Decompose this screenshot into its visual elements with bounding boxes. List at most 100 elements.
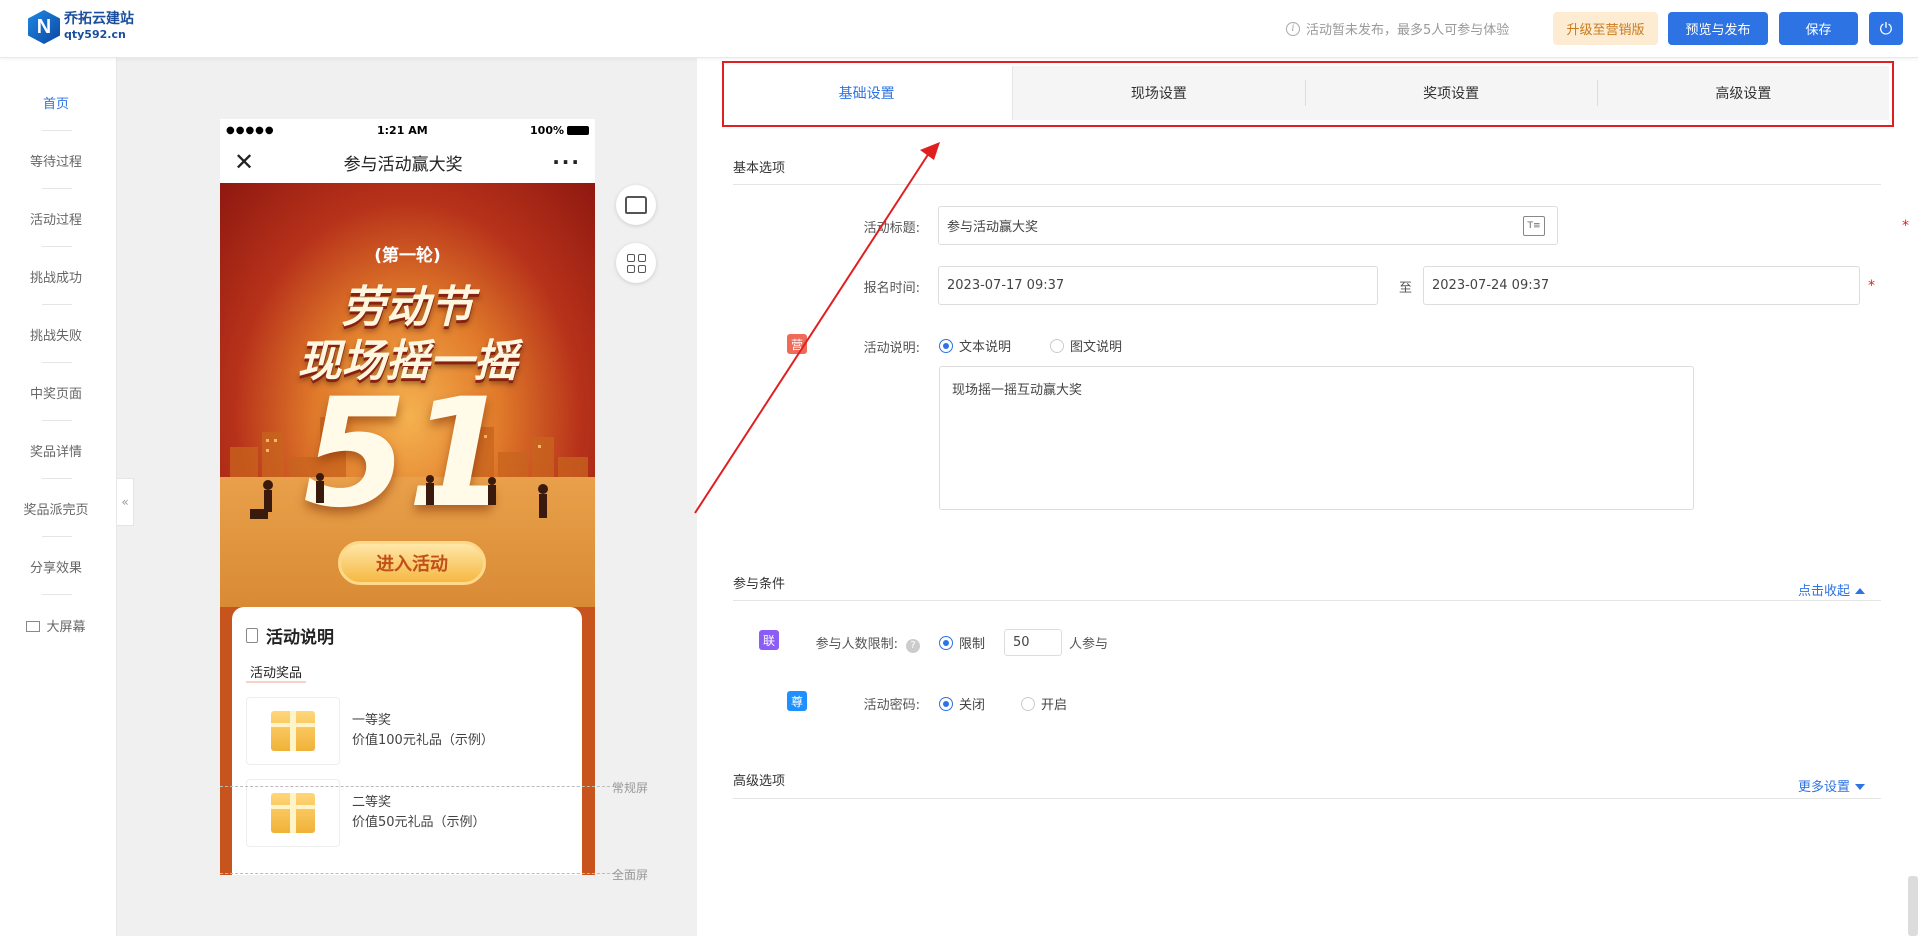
prize-item: 一等奖价值100元礼品（示例） [246,697,568,765]
double-chevron-left-icon: « [121,495,129,509]
limit-suffix: 人参与 [1069,637,1109,652]
to-label: 至 [1398,281,1412,296]
more-icon[interactable]: ··· [552,150,581,174]
prize-value: 价值50元礼品（示例） [352,815,486,830]
prize-value: 价值100元礼品（示例） [352,733,494,748]
vip-badge: 尊 [787,691,807,711]
help-icon[interactable]: ? [906,638,920,653]
radio-checked-icon [939,635,953,650]
phone-nav-bar: ✕ 参与活动赢大奖 ··· [220,141,595,183]
top-bar: N 乔拓云建站 qty592.cn i 活动暂未发布，最多5人可参与体验 升级至… [0,0,1918,58]
gift-icon [271,793,315,833]
nav-item-big-screen[interactable]: 大屏幕 [0,616,112,635]
signal-icon: ●●●●● [226,124,275,136]
nav-item-prize-detail[interactable]: 奖品详情 [0,441,112,460]
settings-tabs: 基础设置 现场设置 奖项设置 高级设置 [721,66,1889,120]
title-label: 活动标题: [863,221,920,236]
caret-down-icon [1855,784,1866,790]
limit-label: 参与人数限制:? [789,633,920,653]
nav-item-home[interactable]: 首页 [0,93,112,112]
required-mark: * [1868,278,1875,294]
section-conditions-title: 参与条件 [733,577,786,592]
tab-basic[interactable]: 基础设置 [721,66,1014,120]
title-input[interactable]: 参与活动赢大奖 T≡ [938,206,1558,245]
section-advanced-title: 高级选项 [733,774,786,789]
enter-activity-button[interactable]: 进入活动 [338,541,486,585]
info-icon: i [1286,21,1300,36]
text-format-icon[interactable]: T≡ [1523,216,1545,236]
password-on-option[interactable]: 开启 [1021,694,1067,713]
document-icon [246,628,258,643]
components-button[interactable] [616,243,656,283]
grid-icon [626,253,646,273]
power-icon: ⏻ [1879,18,1893,38]
tab-onsite[interactable]: 现场设置 [1013,66,1304,120]
limit-option[interactable]: 限制 [939,633,985,652]
shirt-icon [625,196,647,214]
card-subtitle: 活动奖品 [246,662,307,683]
nav-item-fail[interactable]: 挑战失败 [0,325,112,344]
publish-notice: i 活动暂未发布，最多5人可参与体验 [1286,19,1509,38]
prize-item: 二等奖价值50元礼品（示例） [246,779,568,847]
caret-up-icon [1855,588,1866,594]
radio-unchecked-icon [1021,696,1035,711]
nav-item-success[interactable]: 挑战成功 [0,267,112,286]
phone-status-bar: ●●●●● 1:21 AM 100% [220,119,595,141]
collapse-nav-button[interactable]: « [117,478,134,526]
full-screen-guide [220,873,620,874]
tab-advanced[interactable]: 高级设置 [1598,66,1889,120]
nav-item-share[interactable]: 分享效果 [0,557,112,576]
radio-unchecked-icon [1050,338,1064,353]
logo-mark: N [28,10,60,44]
required-mark: * [1902,218,1909,234]
section-basic-title: 基本选项 [733,161,786,176]
settings-panel: 基础设置 现场设置 奖项设置 高级设置 基本选项 活动标题: 参与活动赢大奖 T… [697,58,1918,936]
theme-button[interactable] [616,185,656,225]
left-nav: 首页 等待过程 活动过程 挑战成功 挑战失败 中奖页面 奖品详情 奖品派完页 分… [0,58,117,936]
phone-preview: ●●●●● 1:21 AM 100% ✕ 参与活动赢大奖 ··· (第一轮) 劳… [220,119,595,875]
radio-checked-icon [939,338,953,353]
normal-screen-guide [220,786,620,787]
activity-banner: (第一轮) 劳动节 现场摇一摇 51 进入活动 [220,183,595,607]
nav-item-process[interactable]: 活动过程 [0,209,112,228]
nav-item-winning[interactable]: 中奖页面 [0,383,112,402]
limit-count-input[interactable]: 50 [1004,629,1062,656]
save-button[interactable]: 保存 [1779,12,1858,45]
tab-prizes[interactable]: 奖项设置 [1306,66,1597,120]
description-label: 活动说明: [863,341,920,356]
phone-title: 参与活动赢大奖 [343,154,463,175]
signup-time-label: 报名时间: [863,281,920,296]
password-off-option[interactable]: 关闭 [939,694,985,713]
collapse-link[interactable]: 点击收起 [1798,580,1866,599]
scrollbar-thumb[interactable] [1908,876,1918,936]
start-time-input[interactable]: 2023-07-17 09:37 [938,266,1378,305]
upgrade-button[interactable]: 升级至营销版 [1553,12,1658,45]
gift-image [246,779,340,847]
radio-checked-icon [939,696,953,711]
card-title: 活动说明 [266,628,334,648]
battery-status: 100% [530,124,589,137]
nav-item-waiting[interactable]: 等待过程 [0,151,112,170]
nav-item-prize-out[interactable]: 奖品派完页 [0,499,112,518]
full-screen-label: 全面屏 [612,868,649,882]
member-badge: 联 [759,630,779,650]
prize-name: 一等奖 [352,713,392,728]
end-time-input[interactable]: 2023-07-24 09:37 [1423,266,1860,305]
banner-round: (第一轮) [374,246,441,266]
logo-name: 乔拓云建站 [64,11,134,27]
screen-icon [26,621,41,632]
more-settings-link[interactable]: 更多设置 [1798,776,1866,795]
power-button[interactable]: ⏻ [1869,12,1903,45]
prize-name: 二等奖 [352,795,392,810]
desc-option-rich[interactable]: 图文说明 [1050,336,1122,355]
battery-icon [567,125,589,135]
description-textarea[interactable]: 现场摇一摇互动赢大奖 [939,366,1694,510]
gift-image [246,697,340,765]
preview-publish-button[interactable]: 预览与发布 [1668,12,1768,45]
desc-option-text[interactable]: 文本说明 [939,336,1011,355]
gift-icon [271,711,315,751]
logo-url: qty592.cn [64,28,126,41]
activity-info-card: 活动说明 活动奖品 一等奖价值100元礼品（示例） 二等奖价值50元礼品（示例） [232,607,582,875]
logo[interactable]: N 乔拓云建站 qty592.cn [28,10,134,44]
close-icon[interactable]: ✕ [234,148,254,176]
